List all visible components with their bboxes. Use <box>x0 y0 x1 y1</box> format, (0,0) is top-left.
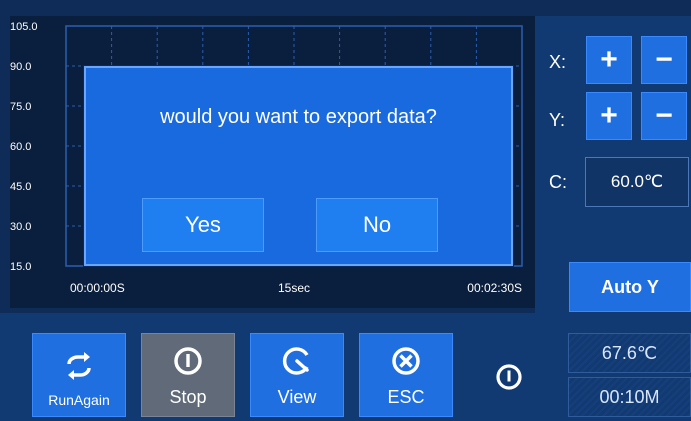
c-label: C: <box>549 172 567 192</box>
screen: 105.0 90.0 75.0 60.0 45.0 30.0 15.0 00:00:00S 1… <box>0 0 691 421</box>
stop-icon <box>174 347 202 375</box>
close-circle-icon <box>392 347 420 375</box>
no-button[interactable]: No <box>316 198 438 252</box>
esc-button[interactable]: ESC <box>359 333 453 417</box>
y-axis-labels: 105.0 90.0 75.0 60.0 45.0 30.0 15.0 <box>10 21 38 273</box>
y-tick-label: 15.0 <box>10 261 31 273</box>
bottom-toolbar: RunAgain Stop View ESC 67.6℃ 00:10M <box>0 313 691 421</box>
y-tick-label: 45.0 <box>10 181 31 193</box>
y-tick-label: 30.0 <box>10 221 31 233</box>
x-axis-labels: 00:00:00S 15sec 00:02:30S <box>70 281 522 295</box>
y-axis-label: Y: <box>549 110 566 130</box>
view-label: View <box>277 387 317 407</box>
x-tick-label: 00:02:30S <box>467 281 522 295</box>
axis-control-panel: X: + − Y: + − C: 60.0℃ Auto Y <box>535 16 691 313</box>
dialog-message: would you want to export data? <box>160 106 437 128</box>
x-plus-button[interactable]: + <box>586 36 632 84</box>
export-data-dialog: would you want to export data? Yes No <box>84 66 513 266</box>
x-axis-label: X: <box>549 52 567 72</box>
power-icon[interactable] <box>493 361 525 393</box>
current-temperature-readout: 67.6℃ <box>568 333 691 373</box>
y-minus-button[interactable]: − <box>641 92 687 140</box>
run-again-label: RunAgain <box>48 392 110 408</box>
repeat-icon <box>67 352 91 380</box>
stop-button[interactable]: Stop <box>141 333 235 417</box>
x-tick-label: 00:00:00S <box>70 281 125 295</box>
y-tick-label: 90.0 <box>10 61 31 73</box>
y-tick-label: 75.0 <box>10 101 31 113</box>
c-value-field[interactable]: 60.0℃ <box>585 157 689 207</box>
x-minus-button[interactable]: − <box>641 36 687 84</box>
run-again-button[interactable]: RunAgain <box>32 333 126 417</box>
elapsed-time-readout: 00:10M <box>568 377 691 417</box>
view-button[interactable]: View <box>250 333 344 417</box>
y-tick-label: 60.0 <box>10 141 31 153</box>
auto-y-button[interactable]: Auto Y <box>569 262 691 312</box>
esc-label: ESC <box>387 387 425 407</box>
stop-label: Stop <box>169 387 207 407</box>
y-tick-label: 105.0 <box>10 21 38 33</box>
x-tick-label: 15sec <box>278 281 310 295</box>
yes-button[interactable]: Yes <box>142 198 264 252</box>
view-gauge-icon <box>282 347 309 375</box>
y-plus-button[interactable]: + <box>586 92 632 140</box>
